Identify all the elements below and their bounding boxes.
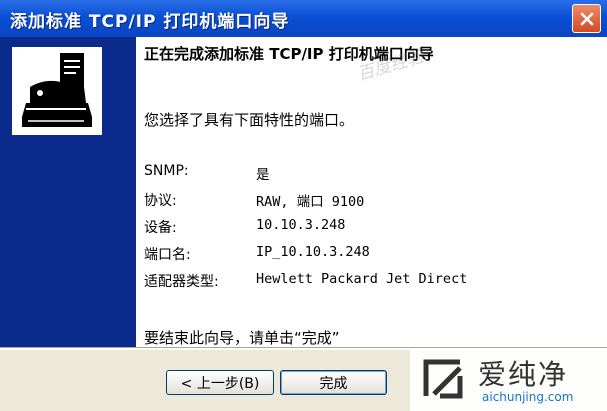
wizard-sidebar bbox=[0, 37, 136, 347]
back-button[interactable]: < 上一步(B) bbox=[166, 370, 274, 395]
site-logo-watermark: 爱纯净 aichunjing.com bbox=[410, 348, 607, 411]
logo-url: aichunjing.com bbox=[482, 390, 574, 404]
close-icon bbox=[580, 12, 593, 25]
intro-text: 您选择了具有下面特性的端口。 bbox=[144, 111, 355, 129]
wizard-content: 正在完成添加标准 TCP/IP 打印机端口向导 百度经验 您选择了具有下面特性的… bbox=[136, 37, 607, 347]
close-button[interactable] bbox=[572, 4, 601, 33]
logo-name: 爱纯净 bbox=[478, 358, 569, 391]
property-label: 设备: bbox=[144, 220, 177, 236]
title-bar[interactable]: 添加标准 TCP/IP 打印机端口向导 bbox=[0, 0, 607, 37]
property-label: SNMP: bbox=[144, 163, 189, 179]
property-value: 10.10.3.248 bbox=[256, 217, 346, 233]
property-label: 协议: bbox=[144, 193, 177, 209]
property-label: 适配器类型: bbox=[144, 274, 219, 290]
property-value: Hewlett Packard Jet Direct bbox=[256, 271, 468, 287]
logo-icon bbox=[423, 359, 463, 399]
finish-button[interactable]: 完成 bbox=[280, 370, 387, 395]
property-value: 是 bbox=[256, 167, 270, 183]
printer-icon bbox=[12, 47, 102, 135]
window-title: 添加标准 TCP/IP 打印机端口向导 bbox=[10, 12, 290, 32]
property-value: IP_10.10.3.248 bbox=[256, 244, 370, 260]
finish-instruction: 要结束此向导，请单击“完成” bbox=[144, 329, 340, 347]
wizard-window: 添加标准 TCP/IP 打印机端口向导 正在完成添加标准 TCP/IP 打印机端… bbox=[0, 0, 607, 411]
property-label: 端口名: bbox=[144, 247, 191, 263]
property-value: RAW, 端口 9100 bbox=[256, 194, 365, 210]
